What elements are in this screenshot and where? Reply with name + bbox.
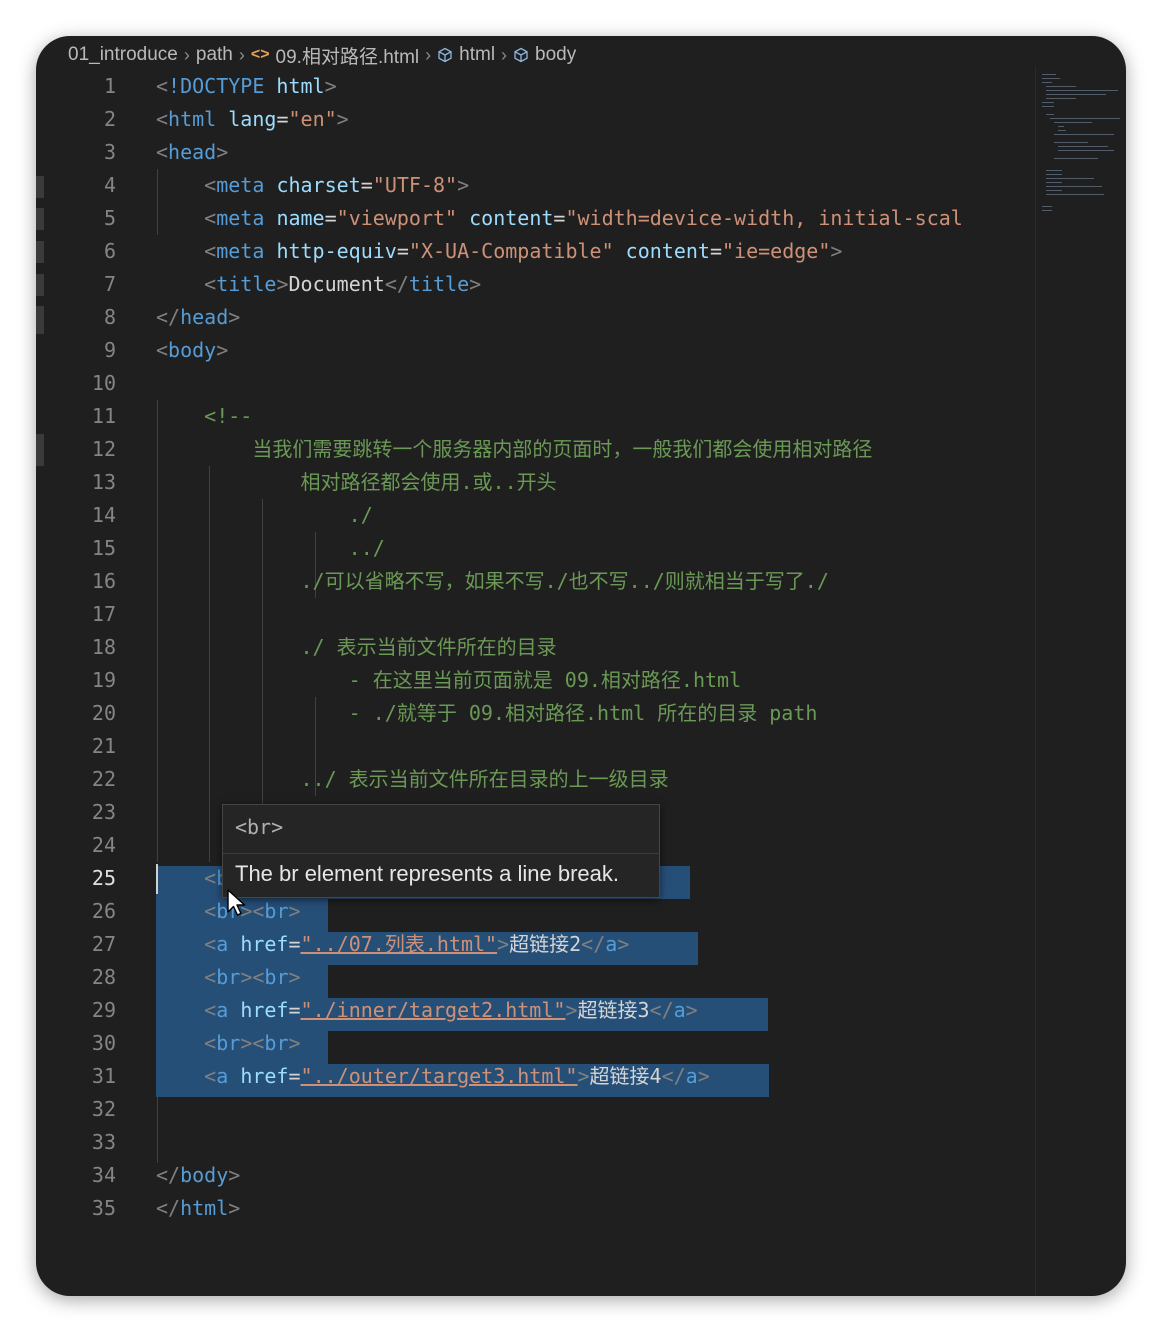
tooltip-divider	[223, 853, 659, 854]
code-line: 4 <meta charset="UTF-8">	[36, 169, 1036, 202]
code-line: 17	[36, 598, 1036, 631]
line-number: 18	[91, 635, 116, 659]
line-number: 23	[91, 800, 116, 824]
link-path: "../07.列表.html"	[300, 932, 498, 956]
code-line: 7 <title>Document</title>	[36, 268, 1036, 301]
hover-tooltip: <br> The br element represents a line br…	[222, 804, 660, 898]
line-number: 34	[91, 1163, 116, 1187]
line-number: 12	[91, 437, 116, 461]
link-path: "../outer/target3.html"	[300, 1064, 578, 1088]
code-line: 8 </head>	[36, 301, 1036, 334]
line-number: 29	[91, 998, 116, 1022]
line-number: 14	[91, 503, 116, 527]
breadcrumb-file[interactable]: 09.相对路径.html	[276, 42, 420, 69]
line-number: 33	[91, 1130, 116, 1154]
code-line: 34 </body>	[36, 1159, 1036, 1192]
code-line: 28 <br><br>	[36, 961, 1036, 994]
code-line: 32	[36, 1093, 1036, 1126]
line-number: 32	[91, 1097, 116, 1121]
line-number: 22	[91, 767, 116, 791]
symbol-element-icon	[514, 47, 528, 63]
line-number: 13	[91, 470, 116, 494]
line-number: 35	[91, 1196, 116, 1220]
tooltip-header: <br>	[235, 815, 284, 839]
code-line: 13 相对路径都会使用.或..开头	[36, 466, 1036, 499]
tooltip-description: The br element represents a line break.	[235, 861, 619, 886]
code-line: 21	[36, 730, 1036, 763]
line-number: 5	[103, 206, 116, 230]
editor-window: 01_introduce › path › <> 09.相对路径.html › …	[36, 36, 1126, 1296]
line-number: 1	[103, 74, 116, 98]
code-line: 19 - 在这里当前页面就是 09.相对路径.html	[36, 664, 1036, 697]
line-number: 31	[91, 1064, 116, 1088]
code-line: 11 <!--	[36, 400, 1036, 433]
line-number: 28	[91, 965, 116, 989]
breadcrumb-body[interactable]: body	[535, 44, 576, 66]
line-number: 10	[91, 371, 116, 395]
line-number: 26	[91, 899, 116, 923]
mouse-pointer-icon	[227, 889, 246, 916]
symbol-element-icon	[438, 47, 452, 63]
code-line: 6 <meta http-equiv="X-UA-Compatible" con…	[36, 235, 1036, 268]
line-number: 4	[103, 173, 116, 197]
code-line: 10	[36, 367, 1036, 400]
code-line: 30 <br><br>	[36, 1027, 1036, 1060]
line-number: 8	[103, 305, 116, 329]
code-line: 15 ../	[36, 532, 1036, 565]
code-line: 18 ./ 表示当前文件所在的目录	[36, 631, 1036, 664]
code-line: 12 当我们需要跳转一个服务器内部的页面时，一般我们都会使用相对路径	[36, 433, 1036, 466]
line-number: 27	[91, 932, 116, 956]
code-line: 33	[36, 1126, 1036, 1159]
code-line: 14 ./	[36, 499, 1036, 532]
line-number: 16	[91, 569, 116, 593]
code-line: 16 ./可以省略不写，如果不写./也不写../则就相当于写了./	[36, 565, 1036, 598]
breadcrumb-folder-path[interactable]: path	[196, 44, 233, 66]
code-line: 5 <meta name="viewport" content="width=d…	[36, 202, 1036, 235]
chevron-right-icon: ›	[425, 44, 432, 65]
line-number: 30	[91, 1031, 116, 1055]
line-number: 7	[103, 272, 116, 296]
minimap[interactable]	[1035, 66, 1126, 1296]
line-number: 6	[103, 239, 116, 263]
code-line: 22 ../ 表示当前文件所在目录的上一级目录	[36, 763, 1036, 796]
line-number: 15	[91, 536, 116, 560]
code-line: 27 <a href="../07.列表.html">超链接2</a>	[36, 928, 1036, 961]
code-line: 3 <head>	[36, 136, 1036, 169]
code-line: 2 <html lang="en">	[36, 103, 1036, 136]
html-file-icon: <>	[250, 46, 270, 63]
line-number: 19	[91, 668, 116, 692]
chevron-right-icon: ›	[238, 44, 245, 65]
line-number: 9	[103, 338, 116, 362]
chevron-right-icon: ›	[183, 44, 190, 65]
line-number: 20	[91, 701, 116, 725]
line-number: 25	[91, 866, 116, 890]
breadcrumb: 01_introduce › path › <> 09.相对路径.html › …	[68, 42, 576, 68]
line-number: 17	[91, 602, 116, 626]
breadcrumb-folder-root[interactable]: 01_introduce	[68, 44, 178, 66]
line-number: 24	[91, 833, 116, 857]
link-path: "./inner/target2.html"	[300, 998, 566, 1022]
line-number: 3	[103, 140, 116, 164]
breadcrumb-html[interactable]: html	[459, 44, 495, 66]
text-cursor	[156, 864, 158, 894]
code-line: 29 <a href="./inner/target2.html">超链接3</…	[36, 994, 1036, 1027]
code-line: 26 <br><br>	[36, 895, 1036, 928]
code-line: 20 - ./就等于 09.相对路径.html 所在的目录 path	[36, 697, 1036, 730]
code-line: 9 <body>	[36, 334, 1036, 367]
line-number: 2	[103, 107, 116, 131]
chevron-right-icon: ›	[501, 44, 508, 65]
code-line: 35 </html>	[36, 1192, 1036, 1225]
code-line: 1 <!DOCTYPE html>	[36, 70, 1036, 103]
line-number: 11	[91, 404, 116, 428]
line-number: 21	[91, 734, 116, 758]
code-line: 31 <a href="../outer/target3.html">超链接4<…	[36, 1060, 1036, 1093]
